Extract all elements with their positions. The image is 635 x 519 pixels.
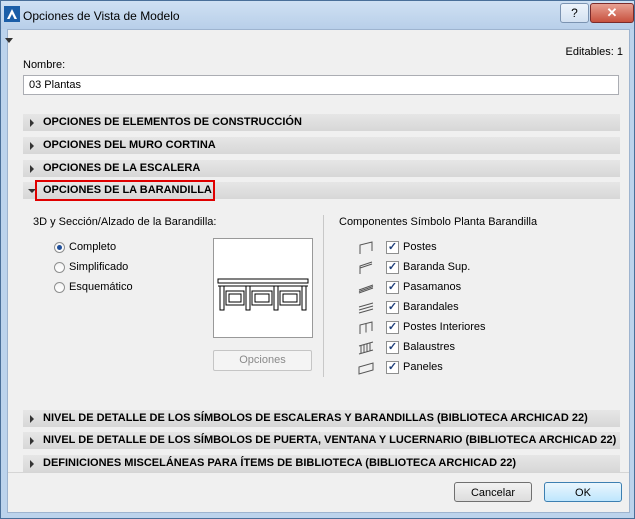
checkbox-pasamanos-label: Pasamanos xyxy=(403,281,462,293)
expand-arrow-icon xyxy=(30,415,34,423)
baluster-symbol-icon xyxy=(358,341,374,355)
checkbox-barandales-label: Barandales xyxy=(403,301,459,313)
checkbox-balaustres[interactable]: ✓ xyxy=(386,341,399,354)
radio-schematic[interactable] xyxy=(54,282,65,293)
radio-simplified-label: Simplificado xyxy=(69,261,129,273)
radio-complete-label: Completo xyxy=(69,241,117,253)
section-label: DEFINICIONES MISCELÁNEAS PARA ÍTEMS DE B… xyxy=(43,457,517,469)
checkbox-postes-interiores[interactable]: ✓ xyxy=(386,321,399,334)
name-label: Nombre: xyxy=(23,59,66,71)
top-rail-symbol-icon xyxy=(359,261,373,274)
section-stair-options[interactable]: OPCIONES DE LA ESCALERA xyxy=(23,160,620,177)
footer-divider xyxy=(8,472,629,473)
section-label: NIVEL DE DETALLE DE LOS SÍMBOLOS DE ESCA… xyxy=(43,412,588,424)
checkbox-baranda-sup-label: Baranda Sup. xyxy=(403,261,471,273)
expand-arrow-icon xyxy=(30,119,34,127)
section-construction-options[interactable]: OPCIONES DE ELEMENTOS DE CONSTRUCCIÓN xyxy=(23,114,620,131)
expand-arrow-icon xyxy=(30,437,34,445)
panel-symbol-icon xyxy=(358,362,374,375)
radio-schematic-label: Esquemático xyxy=(69,281,133,293)
section-railing-options[interactable]: OPCIONES DE LA BARANDILLA xyxy=(23,180,620,201)
vertical-divider xyxy=(323,215,324,377)
cancel-button[interactable]: Cancelar xyxy=(454,482,532,502)
name-input[interactable]: 03 Plantas xyxy=(23,75,619,95)
handrail-symbol-icon xyxy=(358,284,374,294)
expand-arrow-icon xyxy=(30,165,34,173)
radio-simplified[interactable] xyxy=(54,262,65,273)
railing-3d-title: 3D y Sección/Alzado de la Barandilla: xyxy=(33,216,217,228)
checkbox-pasamanos[interactable]: ✓ xyxy=(386,281,399,294)
ok-button[interactable]: OK xyxy=(544,482,622,502)
checkbox-postes[interactable]: ✓ xyxy=(386,241,399,254)
checkbox-balaustres-label: Balaustres xyxy=(403,341,455,353)
dropdown-arrow-icon[interactable] xyxy=(5,38,13,43)
help-button[interactable]: ? xyxy=(560,3,589,23)
model-view-options-dialog: Opciones de Vista de Modelo ? ✕ Editable… xyxy=(0,0,635,519)
section-label: OPCIONES DE LA ESCALERA xyxy=(43,162,201,174)
checkbox-paneles-label: Paneles xyxy=(403,361,443,373)
checkbox-paneles[interactable]: ✓ xyxy=(386,361,399,374)
inner-post-symbol-icon xyxy=(359,321,373,334)
railing-preview xyxy=(213,238,313,338)
dialog-body: Editables: 1 Nombre: 03 Plantas OPCIONES… xyxy=(5,29,630,513)
highlight-box xyxy=(35,180,215,201)
checkbox-postes-interiores-label: Postes Interiores xyxy=(403,321,486,333)
editables-count: Editables: 1 xyxy=(565,46,623,58)
expand-arrow-icon xyxy=(30,460,34,468)
title-bar[interactable]: Opciones de Vista de Modelo ? ✕ xyxy=(1,1,634,29)
expand-arrow-icon xyxy=(30,142,34,150)
section-label: OPCIONES DEL MURO CORTINA xyxy=(43,139,216,151)
checkbox-postes-label: Postes xyxy=(403,241,437,253)
section-curtain-wall-options[interactable]: OPCIONES DEL MURO CORTINA xyxy=(23,137,620,154)
rail-symbol-icon xyxy=(358,302,374,314)
section-label: OPCIONES DE ELEMENTOS DE CONSTRUCCIÓN xyxy=(43,116,302,128)
components-title: Componentes Símbolo Planta Barandilla xyxy=(339,216,538,228)
checkbox-barandales[interactable]: ✓ xyxy=(386,301,399,314)
archicad-logo-icon xyxy=(4,6,20,22)
post-symbol-icon xyxy=(359,241,373,254)
options-button[interactable]: Opciones xyxy=(213,350,312,371)
checkbox-baranda-sup[interactable]: ✓ xyxy=(386,261,399,274)
radio-complete[interactable] xyxy=(54,242,65,253)
railing-preview-drawing xyxy=(217,278,309,311)
section-door-window-detail[interactable]: NIVEL DE DETALLE DE LOS SÍMBOLOS DE PUER… xyxy=(23,432,620,449)
section-misc-definitions[interactable]: DEFINICIONES MISCELÁNEAS PARA ÍTEMS DE B… xyxy=(23,455,620,472)
section-label: NIVEL DE DETALLE DE LOS SÍMBOLOS DE PUER… xyxy=(43,434,617,446)
window-title: Opciones de Vista de Modelo xyxy=(23,9,180,23)
close-button[interactable]: ✕ xyxy=(590,3,634,23)
section-stair-railing-detail[interactable]: NIVEL DE DETALLE DE LOS SÍMBOLOS DE ESCA… xyxy=(23,410,620,427)
